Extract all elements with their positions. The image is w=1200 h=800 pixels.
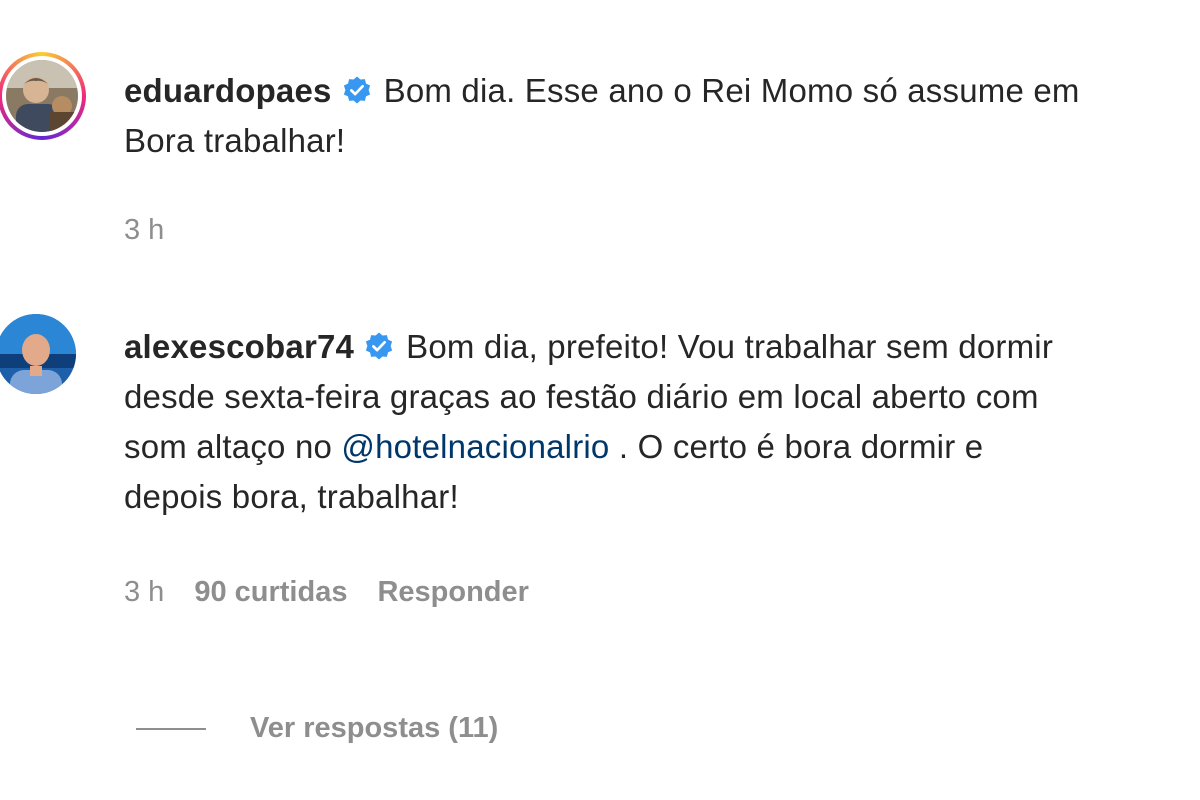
comment-text-1: Bom dia, prefeito! Vou trabalhar sem dor… [406,328,1054,365]
avatar-alexescobar-icon [0,314,76,394]
post-meta: 3 h [124,214,194,247]
post-caption: eduardopaes Bom dia. Esse ano o Rei Momo … [124,66,1080,166]
verified-badge-icon [365,332,393,360]
comment-line-2: desde sexta-feira graças ao festão diári… [124,378,1039,415]
verified-badge-icon [343,76,370,104]
comment-avatar[interactable] [0,314,76,394]
instagram-comments-view: eduardopaes Bom dia. Esse ano o Rei Momo … [0,0,1200,800]
comment-line-1: alexescobar74 Bom dia, prefeito! Vou trab… [124,322,1053,372]
comment-text-3b: . O certo é bora dormir e [609,428,984,465]
comment-meta: 3 h 90 curtidas Responder [124,576,559,609]
replies-divider [136,727,206,730]
comment-username[interactable]: alexescobar74 [124,328,354,365]
avatar-ring-inner [2,56,82,136]
view-replies-button[interactable]: Ver respostas (11) [136,712,498,745]
post-timestamp[interactable]: 3 h [124,214,164,246]
comment-body: alexescobar74 Bom dia, prefeito! Vou trab… [124,322,1053,522]
post-caption-line-1: eduardopaes Bom dia. Esse ano o Rei Momo … [124,66,1080,116]
mention-link[interactable]: @hotelnacionalrio [341,428,609,465]
comment-line-3: som altaço no @hotelnacionalrio . O cert… [124,422,1053,472]
avatar-photo-icon [6,60,78,132]
likes-count[interactable]: 90 curtidas [194,576,347,608]
view-replies-label: Ver respostas (11) [250,712,499,744]
post-caption-line-2: Bora trabalhar! [124,122,346,159]
comment-timestamp[interactable]: 3 h [124,576,164,608]
post-caption-text-1: Bom dia. Esse ano o Rei Momo só assume e… [383,72,1080,109]
avatar-eduardopaes-image [6,60,78,132]
reply-button[interactable]: Responder [377,576,528,608]
post-avatar[interactable] [0,52,86,140]
post-username[interactable]: eduardopaes [124,72,332,109]
comment-text-3a: som altaço no [124,428,342,465]
comment-line-4: depois bora, trabalhar! [124,478,459,515]
